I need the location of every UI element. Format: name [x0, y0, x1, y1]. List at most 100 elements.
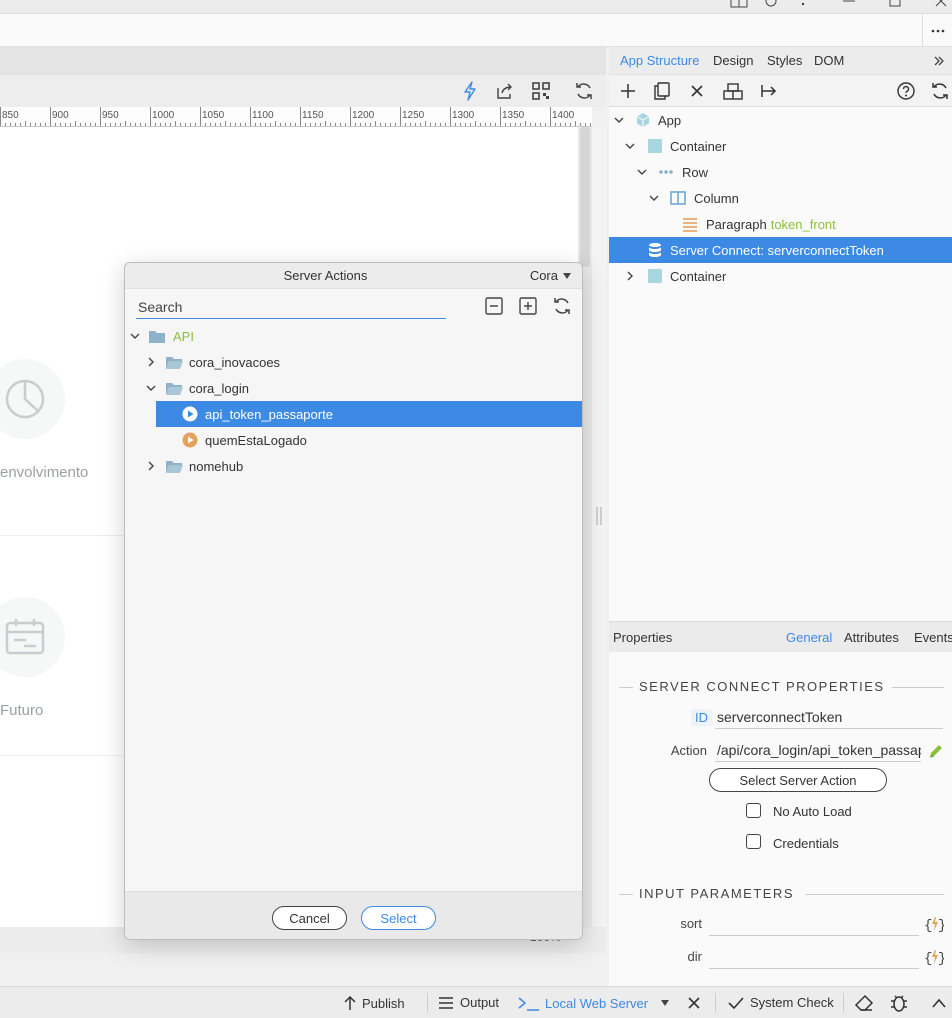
tree-action-quem-esta-logado[interactable]: quemEstaLogado: [125, 427, 582, 453]
ruler-label: 1000: [152, 110, 175, 121]
no-auto-load-checkbox[interactable]: [746, 803, 761, 818]
system-check-button[interactable]: System Check: [728, 995, 834, 1010]
output-button[interactable]: Output: [438, 995, 499, 1010]
publish-button[interactable]: Publish: [342, 995, 405, 1011]
lightning-icon: [464, 81, 476, 101]
section-title: INPUT PARAMETERS: [639, 886, 794, 901]
tree-item-label: API: [173, 329, 194, 344]
folder-open-icon: [166, 383, 183, 395]
chevron-up-icon[interactable]: [931, 997, 947, 1009]
collapse-all-button[interactable]: [483, 295, 505, 317]
param-dir-field[interactable]: [709, 945, 919, 969]
ruler-label: 1100: [252, 110, 274, 121]
chevron-down-icon[interactable]: [129, 330, 141, 342]
target-selector[interactable]: Cora: [530, 268, 572, 283]
chevron-down-icon[interactable]: [648, 192, 660, 204]
credentials-checkbox[interactable]: [746, 834, 761, 849]
chevron-right-icon[interactable]: [145, 356, 157, 368]
tree-action-api-token-passaporte[interactable]: api_token_passaporte: [156, 401, 582, 427]
ruler-label: 900: [52, 110, 69, 121]
dynamic-data-icon[interactable]: {}: [924, 948, 944, 966]
flash-button[interactable]: [458, 79, 482, 103]
app-structure-tree: App Container Row Column Paragraph token_…: [609, 107, 952, 621]
layout-icon[interactable]: [730, 0, 748, 8]
cancel-button[interactable]: Cancel: [272, 906, 347, 930]
section-input-parameters: INPUT PARAMETERS: [609, 886, 952, 904]
delete-button[interactable]: [685, 79, 709, 103]
canvas-toolbar: [0, 75, 606, 107]
param-dir-label: dir: [687, 949, 702, 964]
tab-styles[interactable]: Styles: [767, 53, 802, 68]
tree-node-app[interactable]: App: [609, 107, 952, 133]
chevron-down-icon[interactable]: [624, 140, 636, 152]
tree-node-server-connect[interactable]: Server Connect: serverconnectToken: [609, 237, 952, 263]
splitter-grip-icon: [596, 507, 602, 525]
tab-app-structure[interactable]: App Structure: [620, 53, 700, 68]
add-button[interactable]: [616, 79, 640, 103]
chevron-down-icon[interactable]: [145, 382, 157, 394]
menu-lines-icon: [439, 996, 453, 1009]
tab-general[interactable]: General: [786, 630, 832, 645]
pencil-icon[interactable]: [927, 742, 945, 760]
tab-events[interactable]: Events: [914, 630, 952, 645]
tree-item-label: cora_inovacoes: [189, 355, 281, 370]
copy-icon: [654, 82, 670, 100]
param-sort-field[interactable]: [709, 912, 919, 936]
row-dots-icon: [659, 170, 673, 174]
more-horizontal-icon: [931, 29, 944, 32]
tree-node-container[interactable]: Container: [609, 133, 952, 159]
refresh-structure-button[interactable]: [928, 79, 952, 103]
action-field[interactable]: /api/cora_login/api_token_passaporte: [715, 738, 921, 762]
refresh-icon[interactable]: [764, 0, 778, 8]
tree-folder-cora-inovacoes[interactable]: cora_inovacoes: [125, 349, 582, 375]
more-menu-button[interactable]: [922, 14, 952, 47]
properties-header: Properties General Attributes Events: [609, 621, 952, 652]
eraser-icon[interactable]: [854, 994, 874, 1012]
card-label: envolvimento: [0, 464, 89, 481]
select-button[interactable]: Select: [361, 906, 436, 930]
folder-open-icon: [166, 461, 183, 473]
chevron-right-icon[interactable]: [145, 460, 157, 472]
select-server-action-button[interactable]: Select Server Action: [709, 768, 887, 792]
maximize-icon[interactable]: [888, 0, 902, 8]
system-check-label: System Check: [750, 995, 834, 1010]
tab-design[interactable]: Design: [713, 53, 753, 68]
close-window-icon[interactable]: [934, 0, 948, 8]
bug-icon[interactable]: [889, 993, 909, 1013]
refresh-actions-button[interactable]: [551, 295, 573, 317]
component-button[interactable]: [721, 79, 745, 103]
close-icon[interactable]: [687, 996, 701, 1010]
move-out-button[interactable]: [757, 79, 781, 103]
tree-node-column[interactable]: Column: [609, 185, 952, 211]
chevron-right-icon[interactable]: [624, 270, 636, 282]
tree-node-row[interactable]: Row: [609, 159, 952, 185]
chevron-down-icon[interactable]: [636, 166, 648, 178]
search-input[interactable]: [136, 295, 446, 318]
tree-node-paragraph[interactable]: Paragraph token_front: [609, 211, 952, 237]
structure-toolbar: [609, 75, 952, 107]
local-server-selector[interactable]: Local Web Server: [517, 995, 648, 1011]
dialog-scrollbar[interactable]: [582, 323, 583, 888]
dynamic-data-icon[interactable]: {}: [924, 915, 944, 933]
tree-folder-cora-login[interactable]: cora_login: [125, 375, 582, 401]
action-value: /api/cora_login/api_token_passaporte: [717, 741, 921, 758]
duplicate-button[interactable]: [650, 79, 674, 103]
chevron-down-icon[interactable]: [613, 114, 625, 126]
kebab-icon[interactable]: [798, 0, 808, 8]
panel-splitter[interactable]: [592, 127, 606, 927]
tab-dom[interactable]: DOM: [814, 53, 844, 68]
qr-button[interactable]: [529, 79, 553, 103]
container-icon: [648, 269, 662, 283]
tab-attributes[interactable]: Attributes: [844, 630, 899, 645]
caret-down-icon[interactable]: [660, 999, 670, 1007]
minimize-icon[interactable]: [842, 0, 856, 8]
tree-node-container[interactable]: Container: [609, 263, 952, 289]
double-chevron-right-icon[interactable]: [933, 55, 945, 67]
expand-all-button[interactable]: [517, 295, 539, 317]
tree-folder-api[interactable]: API: [125, 323, 582, 349]
help-button[interactable]: [894, 79, 918, 103]
id-field[interactable]: serverconnectToken: [715, 705, 943, 729]
share-button[interactable]: [493, 79, 517, 103]
tree-folder-nomehub[interactable]: nomehub: [125, 453, 582, 479]
reload-canvas-button[interactable]: [572, 79, 596, 103]
